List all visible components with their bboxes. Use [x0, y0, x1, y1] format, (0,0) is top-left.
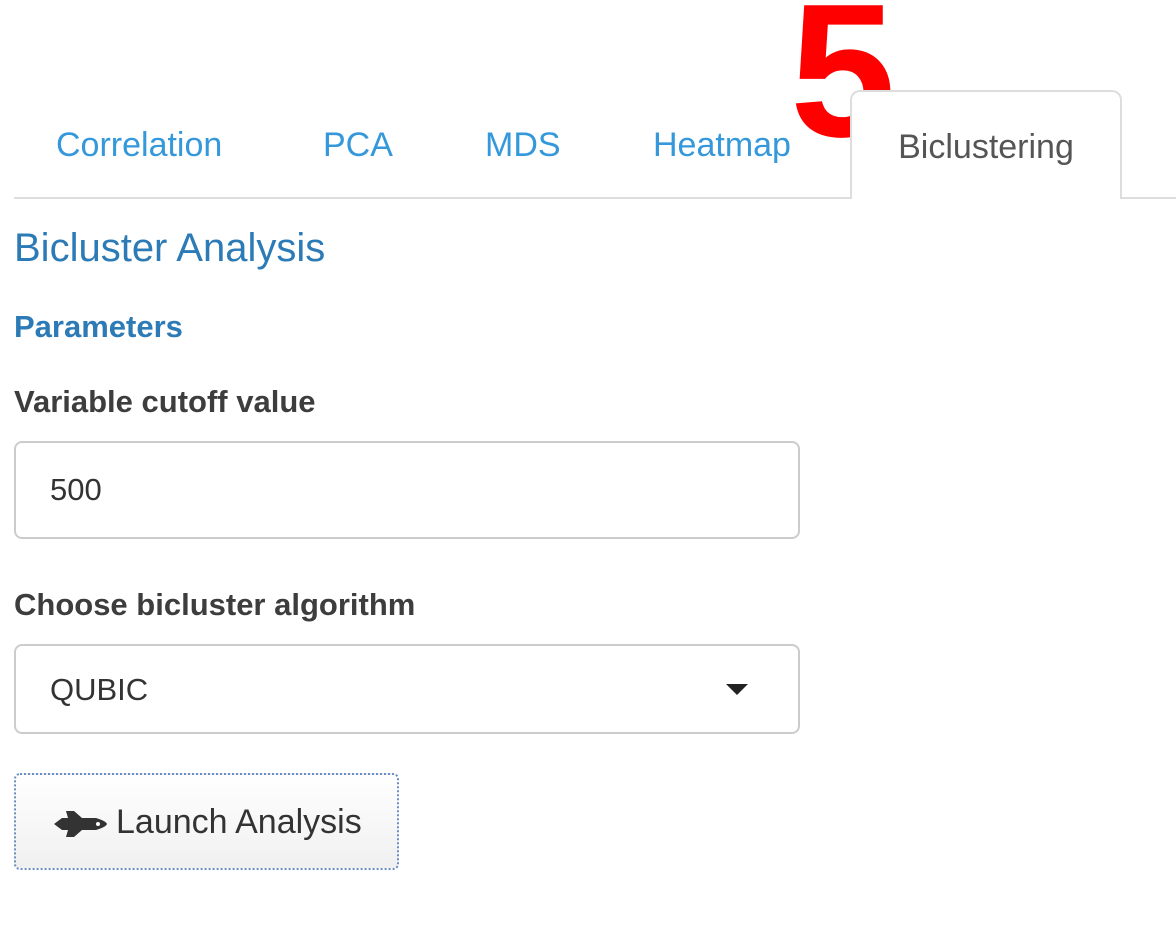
launch-analysis-label: Launch Analysis — [116, 803, 362, 841]
section-title: Parameters — [14, 309, 183, 344]
tab-biclustering[interactable]: Biclustering — [850, 90, 1122, 199]
algorithm-select[interactable]: QUBIC — [14, 644, 800, 734]
cutoff-input[interactable] — [14, 441, 800, 539]
algorithm-selected-value: QUBIC — [50, 672, 149, 707]
tab-mds[interactable]: MDS — [485, 90, 561, 197]
chevron-down-icon — [726, 684, 748, 695]
tab-bar: Correlation PCA MDS Heatmap Biclustering — [14, 90, 1176, 199]
space-shuttle-icon — [52, 809, 108, 839]
page-title: Bicluster Analysis — [14, 226, 326, 270]
tab-heatmap[interactable]: Heatmap — [653, 90, 791, 197]
launch-analysis-button[interactable]: Launch Analysis — [14, 773, 399, 870]
tab-correlation[interactable]: Correlation — [56, 90, 222, 197]
page: 5 Correlation PCA MDS Heatmap Biclusteri… — [0, 0, 1176, 929]
algorithm-label: Choose bicluster algorithm — [14, 587, 416, 622]
cutoff-label: Variable cutoff value — [14, 384, 316, 419]
tab-pca[interactable]: PCA — [323, 90, 393, 197]
